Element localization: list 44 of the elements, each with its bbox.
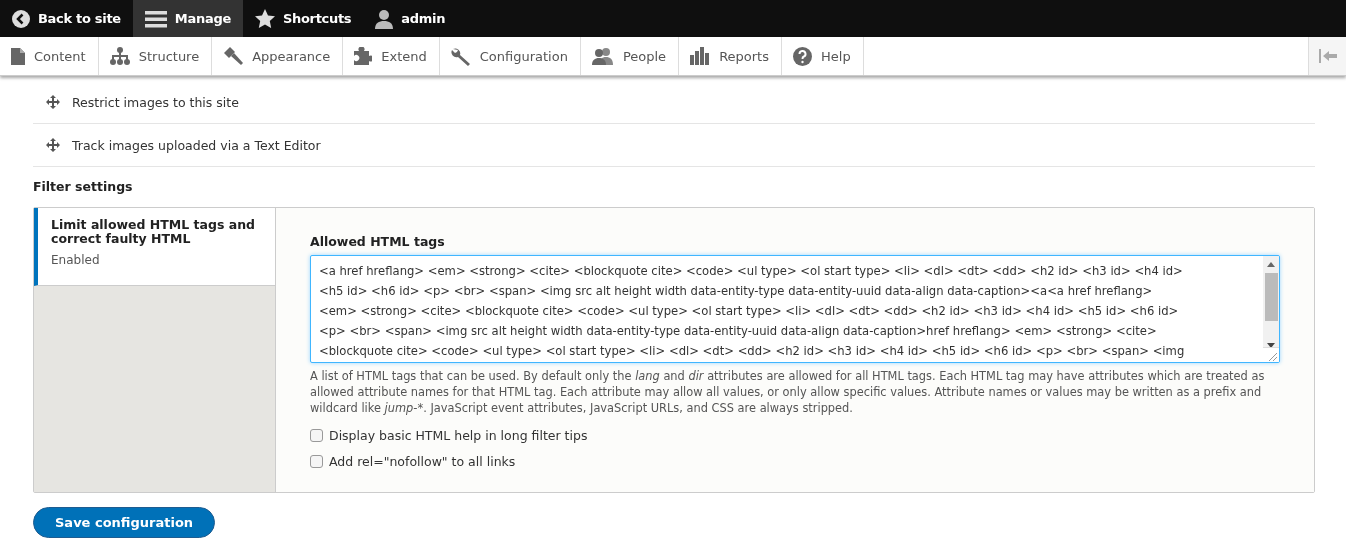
bar-chart-icon (690, 47, 711, 65)
vertical-tab[interactable]: Limit allowed HTML tags and correct faulty HTML Enabled (34, 208, 275, 286)
filter-name: Restrict images to this site (72, 94, 239, 110)
star-icon (254, 9, 275, 28)
save-button[interactable]: Save configuration (33, 507, 216, 538)
tray-link[interactable]: Extend (343, 37, 440, 75)
scroll-up-icon[interactable] (1267, 261, 1275, 267)
field-description: A list of HTML tags that can be used. By default only the lang and dir attributes are allowed for all HTML tags. Each HTML tag may have attributes which are treated as allowed attribute names for that HTML tag. Each attribute may allow all values, or only allow specific values. Attribute names or values may be written as a prefix and wildcard like jump-*. JavaScript event attributes, JavaScript URLs, and CSS are always stripped. (310, 368, 1266, 416)
scroll-down-icon[interactable] (1267, 343, 1275, 349)
filter-name: Track images uploaded via a Text Editor (72, 137, 321, 153)
drag-handle-icon[interactable] (46, 138, 60, 152)
tray-link[interactable]: Content (0, 37, 99, 75)
checkbox[interactable] (310, 454, 323, 468)
toolbar-tab[interactable]: admin (363, 0, 458, 37)
checkbox[interactable] (310, 428, 323, 442)
tray-link[interactable]: Reports (679, 37, 782, 75)
section-heading: Filter settings (33, 179, 134, 194)
scrollbar[interactable] (1263, 256, 1279, 362)
resize-grip-icon[interactable] (1263, 347, 1279, 362)
field-label: Allowed HTML tags (310, 234, 446, 249)
puzzle-icon (354, 47, 373, 65)
tray-link[interactable]: People (580, 37, 680, 75)
menu-icon (144, 9, 167, 28)
collapse-icon (1318, 49, 1337, 63)
tray-link[interactable]: Appearance (212, 37, 344, 75)
document-icon (11, 47, 25, 65)
tray-link[interactable]: Configuration (439, 37, 581, 75)
tray-link[interactable]: Structure (98, 37, 213, 75)
toolbar-tab[interactable]: Shortcuts (242, 0, 364, 37)
checkbox-label[interactable]: Add rel="nofollow" to all links (329, 453, 516, 469)
checkbox-label[interactable]: Display basic HTML help in long filter tips (329, 427, 588, 443)
back-icon (12, 9, 30, 28)
wrench-icon (450, 46, 471, 66)
help-icon (793, 46, 812, 66)
hierarchy-icon (109, 47, 130, 65)
toolbar-tab[interactable]: Back to site (0, 0, 133, 37)
tray-link[interactable]: Help (782, 37, 864, 75)
allowed-tags-textarea[interactable]: <a href hreflang> <em> <strong> <cite> <blockquote cite> <code> <ul type> <ol start type> <li> <dl> <dt> <dd> <h2 id> <h3 id> <h4 id> <h5 id> <h6 id> <p> <br> <span> <img src alt height width data-entity-type data-entity-uuid data-align data-caption><a<a href hreflang> <em> <strong> <cite> <blockquote cite> <code> <ul type> <ol start type> <li> <dl> <dt> <dd> <h2 id> <h3 id> <h4 id> <h5 id> <h6 id> <p> <br> <span> <img src alt height width data-entity-type data-entity-uuid data-align data-caption>href hreflang> <em> <strong> <cite> <blockquote cite> <code> <ul type> <ol start type> <li> <dl> <dt> <dd> <h2 id> <h3 id> <h4 id> <h5 id> <h6 id> <p> <br> <span> <img (310, 255, 1280, 363)
brush-icon (223, 47, 244, 65)
drag-handle-icon[interactable] (46, 95, 60, 109)
collapse-tray-button[interactable] (1308, 37, 1346, 75)
toolbar-tab[interactable]: Manage (132, 0, 243, 37)
user-icon (375, 8, 394, 29)
people-icon (591, 47, 614, 65)
